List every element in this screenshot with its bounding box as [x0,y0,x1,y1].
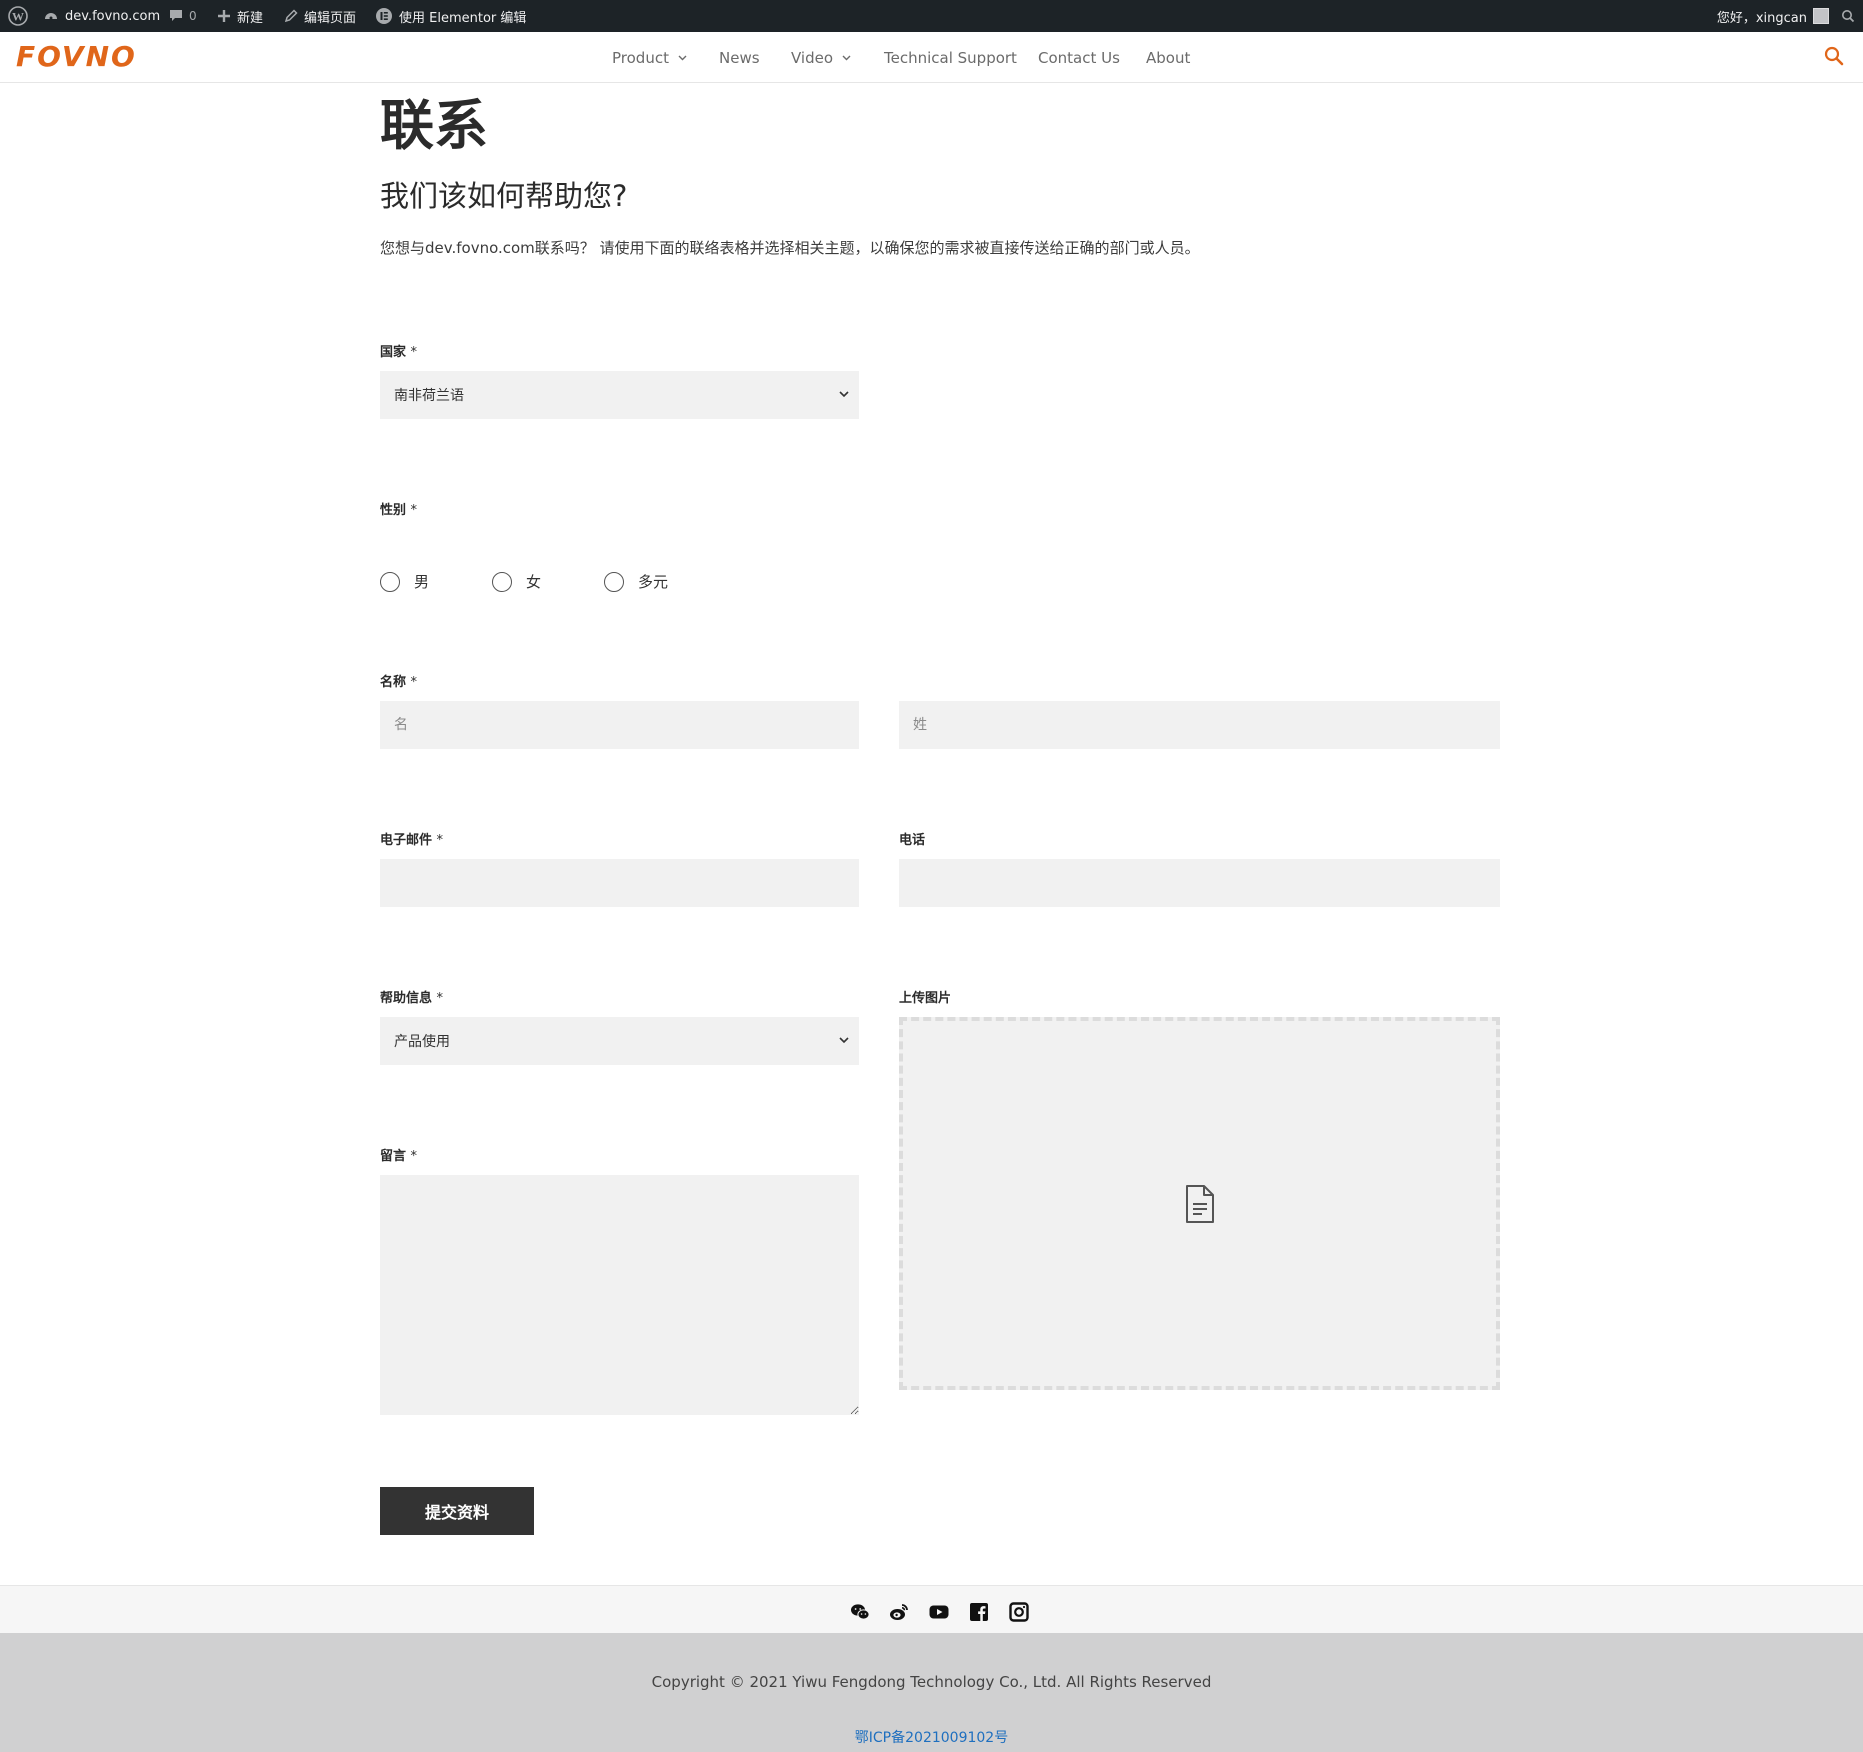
help-label: 帮助信息 * [380,991,444,1006]
wordpress-icon: W [8,6,28,26]
nav-contact-us[interactable]: Contact Us [1038,32,1120,83]
radio-label: 多元 [638,573,669,591]
email-input[interactable] [380,859,859,907]
nav-label: Video [791,48,834,67]
first-name-input[interactable] [380,701,859,749]
elementor-edit-link[interactable]: 使用 Elementor 编辑 [375,0,526,32]
elementor-icon [376,8,392,24]
name-label: 名称 * [380,675,418,690]
user-account-menu[interactable]: 您好，xingcan [1717,0,1855,32]
submit-button[interactable]: 提交资料 [380,1487,534,1535]
nav-label: About [1146,48,1191,67]
comments-link[interactable]: 0 [169,0,197,32]
fovno-logo: FOVNO [16,40,137,73]
chevron-down-icon [839,391,849,398]
wordpress-logo-button[interactable]: W [8,0,28,32]
country-select[interactable]: 南非荷兰语 [380,371,859,419]
avatar [1813,8,1829,24]
image-upload-dropzone[interactable] [899,1017,1500,1390]
nav-video[interactable]: Video [791,32,851,83]
help-topic-value: 产品使用 [394,1034,450,1050]
nav-product[interactable]: Product [612,32,687,83]
radio-button[interactable] [380,571,400,592]
youtube-icon[interactable] [929,1602,949,1622]
search-icon[interactable] [1841,9,1855,23]
gender-label: 性别 * [380,503,418,518]
chevron-down-icon [839,1037,849,1044]
weibo-icon[interactable] [889,1602,909,1622]
copyright-text: Copyright © 2021 Yiwu Fengdong Technolog… [651,1673,1212,1691]
gender-option-diverse[interactable]: 多元 [604,571,668,592]
upload-label: 上传图片 [899,991,952,1006]
gender-option-male[interactable]: 男 [380,571,429,592]
nav-news[interactable]: News [719,32,760,83]
copyright-bar: Copyright © 2021 Yiwu Fengdong Technolog… [0,1633,1863,1752]
last-name-input[interactable] [899,701,1500,749]
svg-text:FOVNO: FOVNO [16,40,137,73]
radio-label: 男 [414,573,430,591]
message-label: 留言 * [380,1149,418,1164]
wp-admin-bar: W dev.fovno.com 0 新建 编辑页面 使用 Elementor 编… [0,0,1863,32]
comment-icon [170,10,182,21]
country-label: 国家 * [380,345,418,360]
radio-button[interactable] [604,571,624,592]
radio-button[interactable] [492,571,512,592]
phone-input[interactable] [899,859,1500,907]
chevron-down-icon [678,55,687,60]
pencil-icon [284,9,298,23]
dashboard-icon [45,13,57,20]
icp-license-link[interactable]: 鄂ICP备2021009102号 [0,1727,1863,1747]
facebook-icon[interactable] [969,1602,989,1622]
nav-label: Technical Support [884,48,1017,67]
page-subtitle: 我们该如何帮助您? [380,179,628,213]
file-icon [1185,1184,1214,1223]
site-logo[interactable]: FOVNO [14,40,156,78]
new-label: 新建 [237,10,264,26]
chevron-down-icon [842,55,851,60]
instagram-icon[interactable] [1009,1602,1029,1622]
nav-label: News [719,48,760,67]
nav-about[interactable]: About [1146,32,1190,83]
email-label: 电子邮件 * [380,833,444,848]
page-intro: 您想与dev.fovno.com联系吗？ 请使用下面的联络表格并选择相关主题，以… [380,239,1200,257]
social-links-bar [0,1585,1863,1633]
edit-page-link[interactable]: 编辑页面 [284,0,356,32]
phone-label: 电话 [899,833,926,848]
nav-technical-support[interactable]: Technical Support [884,32,1017,83]
edit-page-label: 编辑页面 [304,10,357,26]
nav-label: Product [612,48,669,67]
site-header: FOVNO Product News Video Technical Suppo… [0,32,1863,83]
nav-label: Contact Us [1038,48,1120,67]
radio-label: 女 [526,573,542,591]
wechat-icon[interactable] [850,1602,870,1622]
search-icon [1824,46,1844,66]
new-content-link[interactable]: 新建 [217,0,263,32]
country-value: 南非荷兰语 [394,388,464,404]
comments-count: 0 [189,9,197,23]
header-search-button[interactable] [1823,45,1845,71]
elementor-label: 使用 Elementor 编辑 [399,10,527,26]
message-textarea[interactable] [380,1175,859,1415]
plus-icon [218,10,230,22]
site-name: dev.fovno.com [65,8,161,24]
gender-option-female[interactable]: 女 [492,571,541,592]
help-topic-select[interactable]: 产品使用 [380,1017,859,1065]
user-greeting: 您好，xingcan [1716,10,1807,26]
page-title: 联系 [380,94,488,157]
site-name-link[interactable]: dev.fovno.com [43,0,160,32]
svg-text:W: W [12,10,24,24]
